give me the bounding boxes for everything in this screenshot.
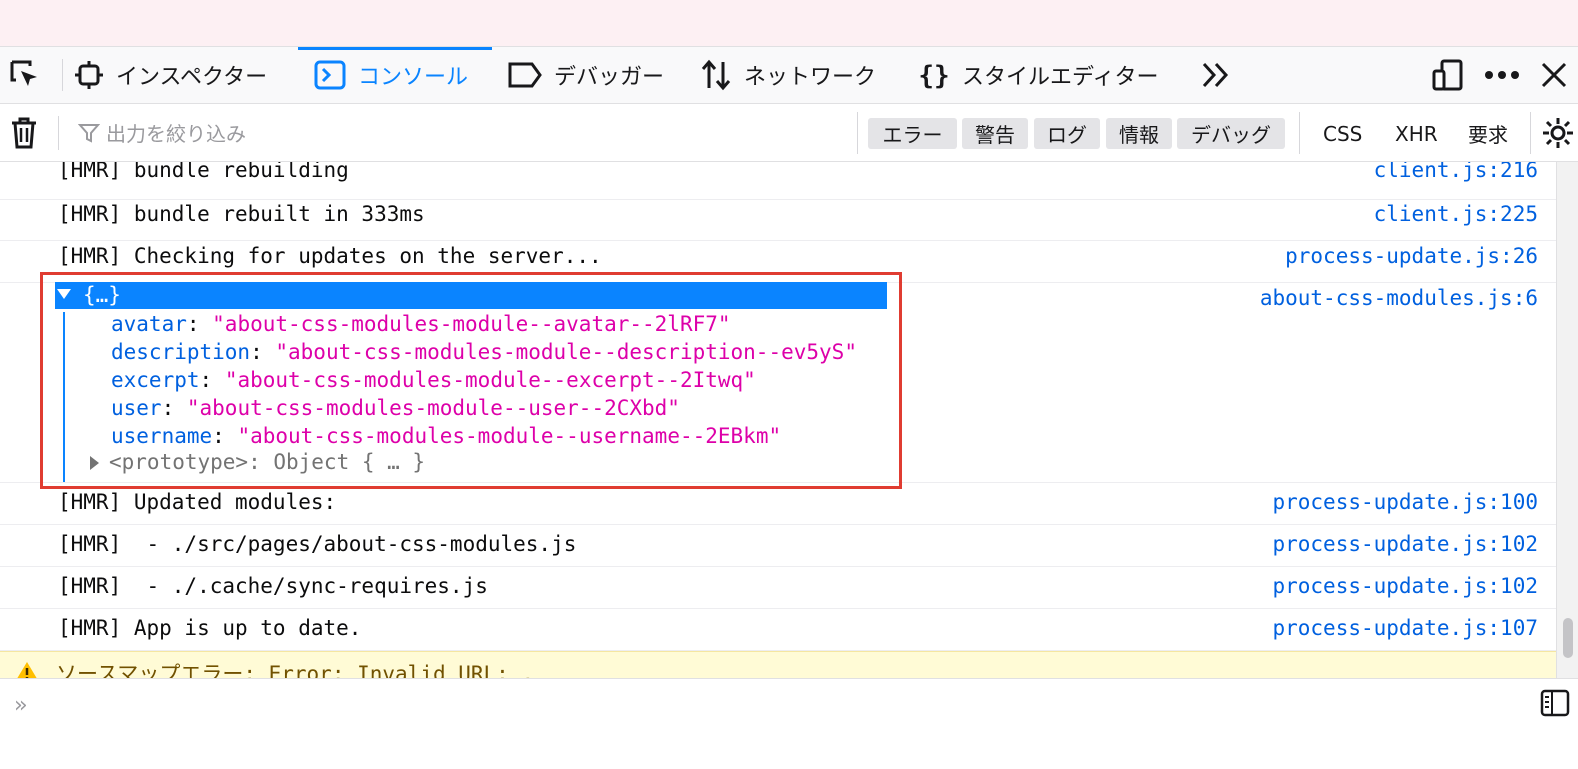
filter-errors-button[interactable]: エラー [868, 118, 957, 149]
tab-inspector[interactable]: インスペクター [74, 47, 267, 103]
console-settings-button[interactable] [1541, 104, 1578, 161]
filter-xhr-button[interactable]: XHR [1395, 118, 1438, 149]
console-message: [HMR] bundle rebuilding client.js:216 [0, 162, 1556, 200]
filter-debug-button[interactable]: デバッグ [1177, 118, 1285, 149]
chevron-double-right-icon [1202, 62, 1229, 88]
message-source-link[interactable]: process-update.js:100 [1272, 490, 1538, 514]
filter-css-button[interactable]: CSS [1323, 118, 1362, 149]
message-text: [HMR] - ./.cache/sync-requires.js [58, 574, 488, 598]
pick-element-icon [10, 60, 37, 86]
clear-console-button[interactable] [10, 104, 50, 161]
console-scrollbar[interactable] [1556, 162, 1578, 678]
input-prompt-icon: » [14, 693, 28, 718]
network-icon [701, 59, 731, 91]
tab-console-label: コンソール [358, 65, 469, 90]
filter-warnings-button[interactable]: 警告 [962, 118, 1028, 149]
tab-network-label: ネットワーク [744, 65, 877, 90]
message-text: [HMR] Updated modules: [58, 490, 337, 514]
tab-debugger[interactable]: デバッガー [508, 47, 664, 103]
style-editor-icon: {} [918, 61, 949, 91]
console-output: [HMR] bundle rebuilding client.js:216 [H… [0, 162, 1556, 678]
more-tools-button[interactable] [1200, 47, 1244, 103]
tab-debugger-label: デバッガー [554, 65, 665, 90]
filter-icon [78, 123, 100, 143]
filter-placeholder: 出力を絞り込み [106, 122, 246, 146]
close-icon [1541, 62, 1567, 88]
console-message: [HMR] Updated modules: process-update.js… [0, 483, 1556, 525]
message-source-link[interactable]: about-css-modules.js:6 [1260, 286, 1538, 310]
editor-mode-icon[interactable] [1540, 689, 1570, 717]
filter-divider [58, 116, 59, 150]
console-message: [HMR] App is up to date. process-update.… [0, 609, 1556, 651]
tab-inspector-label: インスペクター [116, 65, 268, 90]
warning-text: ソースマップエラー: Error: Invalid URL: . [56, 662, 535, 678]
tab-style-editor[interactable]: {} スタイルエディター [918, 47, 1158, 103]
filter-divider [1530, 112, 1531, 154]
console-message: [HMR] - ./src/pages/about-css-modules.js… [0, 525, 1556, 567]
tab-network[interactable]: ネットワーク [700, 47, 876, 103]
filter-logs-button[interactable]: ログ [1034, 118, 1100, 149]
message-text: [HMR] - ./src/pages/about-css-modules.js [58, 532, 577, 556]
message-source-link[interactable]: client.js:225 [1374, 202, 1538, 226]
filter-divider [1299, 112, 1300, 154]
console-icon [314, 60, 346, 90]
console-message: [HMR] - ./.cache/sync-requires.js proces… [0, 567, 1556, 609]
responsive-design-button[interactable] [1432, 47, 1476, 103]
devtools-toolbar: インスペクター コンソール デバッガー ネットワーク {} スタイルエディター [0, 47, 1578, 104]
pick-element-button[interactable] [8, 47, 54, 103]
console-filter-bar: 出力を絞り込み エラー 警告 ログ 情報 デバッグ CSS XHR 要求 [0, 104, 1578, 162]
gear-icon [1543, 117, 1573, 148]
svg-text:{}: {} [918, 61, 949, 91]
responsive-design-icon [1432, 59, 1463, 91]
filter-divider [857, 112, 858, 154]
message-text: [HMR] Checking for updates on the server… [58, 244, 602, 268]
filter-info-button[interactable]: 情報 [1106, 118, 1172, 149]
message-source-link[interactable]: process-update.js:102 [1272, 574, 1538, 598]
message-text: [HMR] bundle rebuilding [58, 162, 349, 182]
filter-input[interactable]: 出力を絞り込み [78, 104, 246, 161]
warning-icon [17, 662, 37, 678]
annotation-highlight-box [40, 272, 902, 489]
message-text: [HMR] bundle rebuilt in 333ms [58, 202, 425, 226]
close-devtools-button[interactable] [1540, 47, 1578, 103]
console-warning-message: ソースマップエラー: Error: Invalid URL: . [0, 651, 1556, 678]
debugger-icon [508, 62, 542, 88]
ellipsis-icon [1485, 71, 1519, 79]
browser-content-strip [0, 0, 1578, 47]
inspector-icon [75, 61, 103, 89]
filter-requests-button[interactable]: 要求 [1468, 118, 1508, 149]
trash-icon [12, 117, 36, 148]
message-source-link[interactable]: process-update.js:26 [1285, 244, 1538, 268]
console-input[interactable]: » [0, 678, 1578, 769]
devtools-menu-button[interactable] [1484, 47, 1532, 103]
message-source-link[interactable]: process-update.js:102 [1272, 532, 1538, 556]
scrollbar-thumb[interactable] [1563, 618, 1573, 658]
toolbar-divider [62, 59, 63, 91]
console-message: [HMR] bundle rebuilt in 333ms client.js:… [0, 199, 1556, 241]
tab-style-editor-label: スタイルエディター [962, 65, 1159, 90]
message-source-link[interactable]: process-update.js:107 [1272, 616, 1538, 640]
message-source-link[interactable]: client.js:216 [1374, 162, 1538, 182]
tab-console[interactable]: コンソール [314, 47, 468, 103]
message-text: [HMR] App is up to date. [58, 616, 362, 640]
